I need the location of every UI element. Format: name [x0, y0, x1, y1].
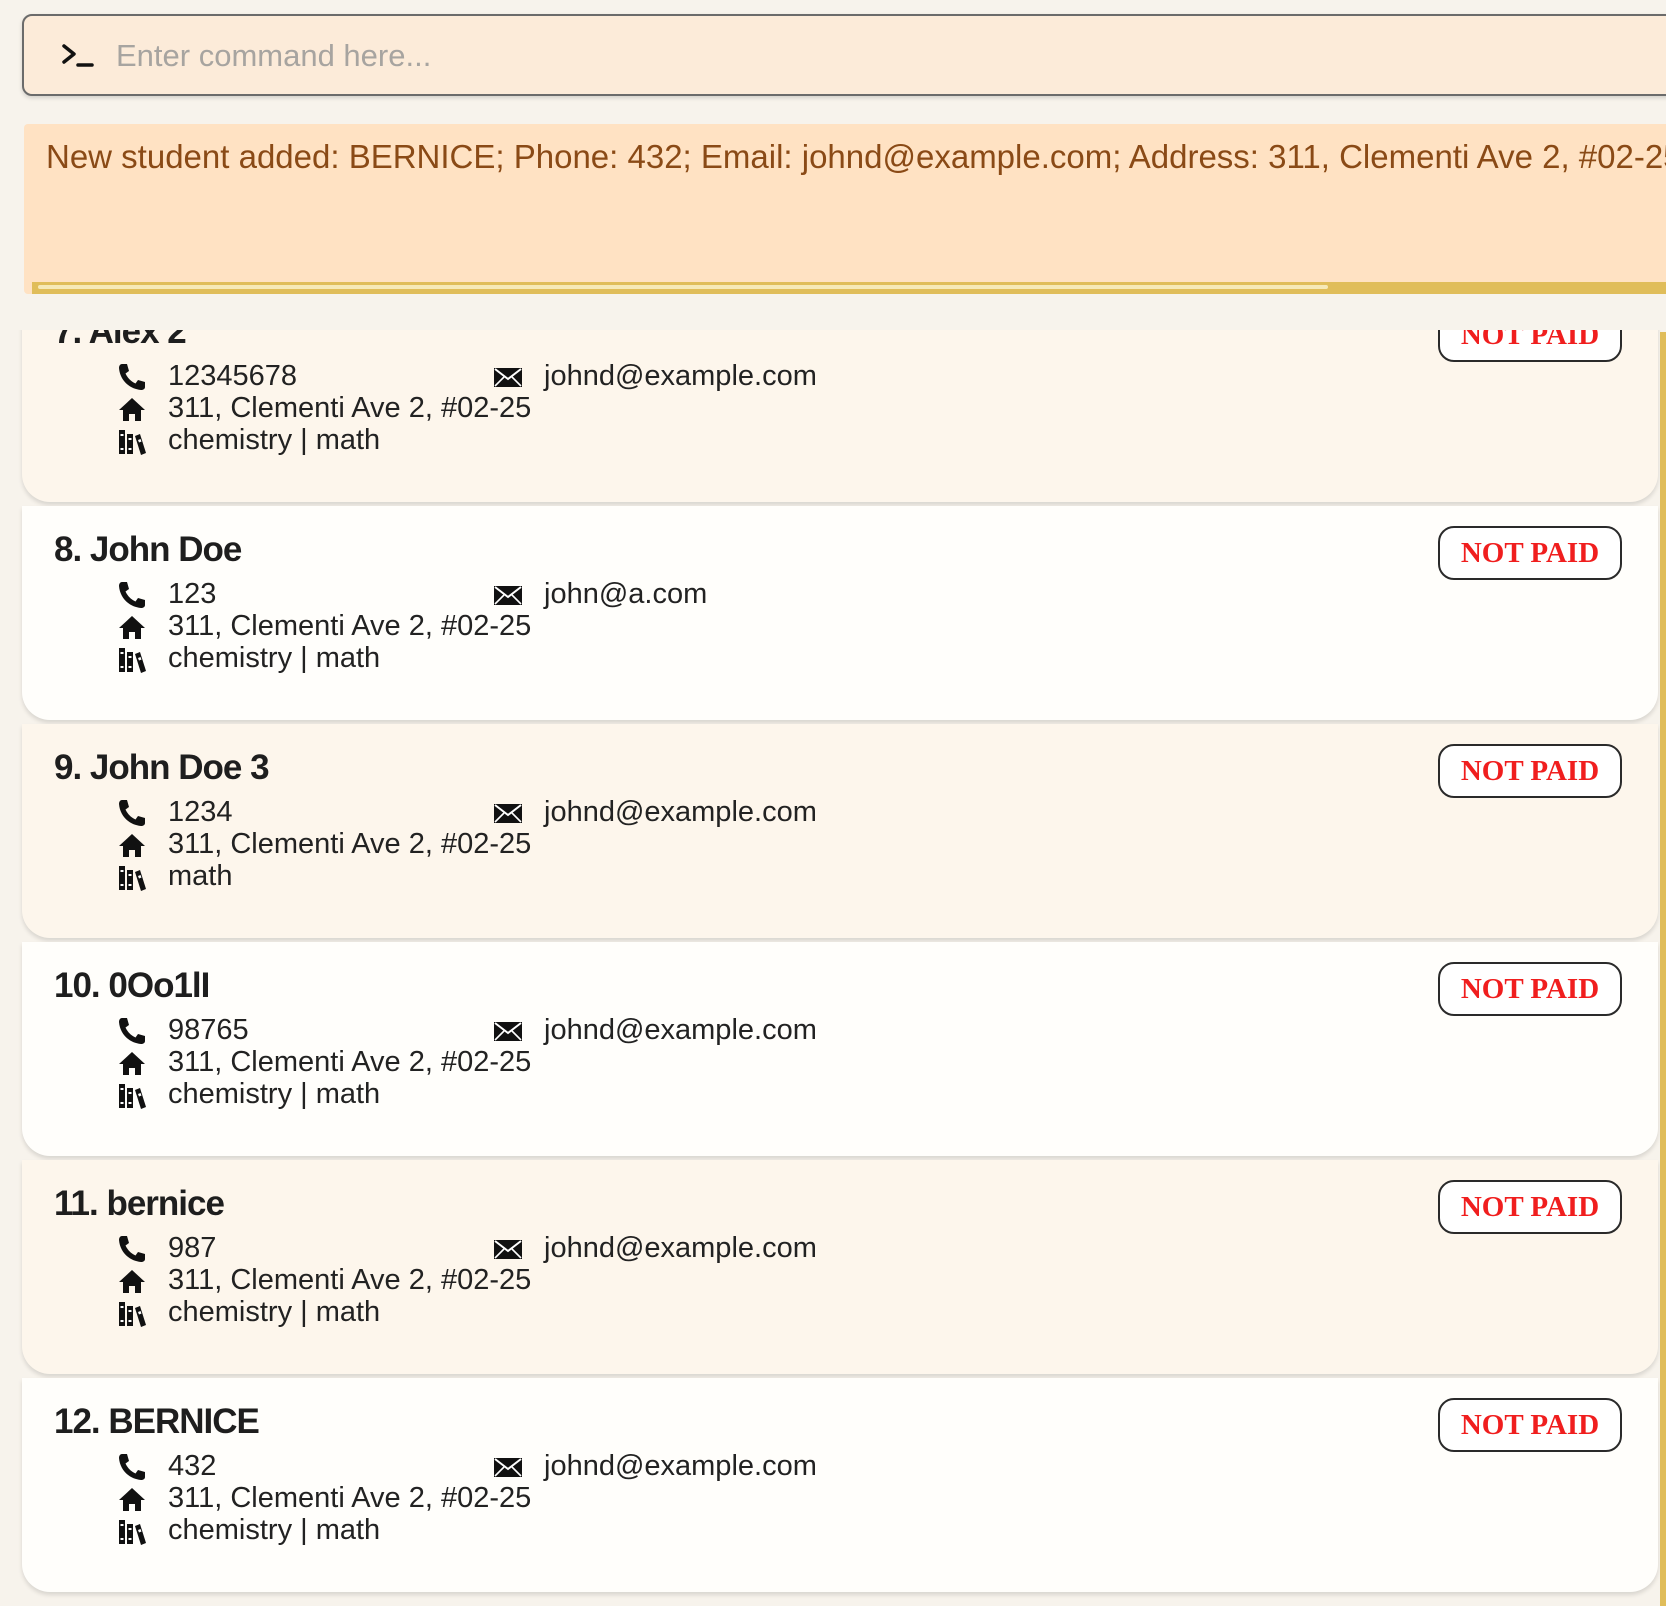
phone-icon	[119, 364, 145, 390]
address-text: 311, Clementi Ave 2, #02-25	[168, 1264, 532, 1296]
address-text: 311, Clementi Ave 2, #02-25	[168, 1482, 532, 1514]
phone-number: 432	[168, 1450, 217, 1482]
books-icon	[119, 866, 146, 891]
books-icon	[119, 1302, 146, 1327]
home-icon	[119, 834, 145, 857]
address-text: 311, Clementi Ave 2, #02-25	[168, 392, 532, 424]
result-message: New student added: BERNICE; Phone: 432; …	[46, 138, 1666, 175]
result-scroll-thumb[interactable]	[38, 285, 1328, 289]
home-icon	[119, 1488, 145, 1511]
email-address: johnd@example.com	[544, 1014, 817, 1046]
email-address: johnd@example.com	[544, 1450, 817, 1482]
payment-status-badge: NOT PAID	[1438, 962, 1622, 1016]
address-text: 311, Clementi Ave 2, #02-25	[168, 828, 532, 860]
home-icon	[119, 1270, 145, 1293]
student-name: 9. John Doe 3	[54, 748, 270, 787]
app-window: New student added: BERNICE; Phone: 432; …	[0, 0, 1666, 1606]
phone-icon	[119, 800, 145, 826]
student-card[interactable]: 11. bernice 987 johnd@example.com 311, C…	[22, 1160, 1658, 1374]
command-box[interactable]	[22, 14, 1666, 96]
student-list[interactable]: 7. Alex 2 12345678 johnd@example.com 311…	[0, 330, 1666, 1606]
student-card[interactable]: 10. 0Oo1lI 98765 johnd@example.com 311, …	[22, 942, 1658, 1156]
student-card[interactable]: 7. Alex 2 12345678 johnd@example.com 311…	[22, 330, 1658, 502]
subjects-text: chemistry | math	[168, 1296, 381, 1328]
envelope-icon	[494, 368, 522, 387]
email-address: john@a.com	[544, 578, 708, 610]
student-name: 12. BERNICE	[54, 1402, 260, 1441]
payment-status-badge: NOT PAID	[1438, 330, 1622, 362]
home-icon	[119, 398, 145, 421]
envelope-icon	[494, 804, 522, 823]
student-card[interactable]: 12. BERNICE 432 johnd@example.com 311, C…	[22, 1378, 1658, 1592]
phone-icon	[119, 1236, 145, 1262]
student-card[interactable]: 8. John Doe 123 john@a.com 311, Clementi…	[22, 506, 1658, 720]
student-list-scrollbar[interactable]	[1660, 332, 1666, 1606]
phone-number: 1234	[168, 796, 233, 828]
address-text: 311, Clementi Ave 2, #02-25	[168, 1046, 532, 1078]
phone-number: 12345678	[168, 360, 298, 392]
terminal-prompt-icon	[62, 44, 94, 67]
home-icon	[119, 616, 145, 639]
envelope-icon	[494, 1458, 522, 1477]
phone-number: 98765	[168, 1014, 249, 1046]
books-icon	[119, 1084, 146, 1109]
student-name: 11. bernice	[54, 1184, 225, 1223]
home-icon	[119, 1052, 145, 1075]
result-horizontal-scrollbar[interactable]	[32, 282, 1666, 294]
subjects-text: chemistry | math	[168, 1078, 381, 1110]
email-address: johnd@example.com	[544, 360, 817, 392]
command-input[interactable]	[114, 28, 1618, 84]
envelope-icon	[494, 1240, 522, 1259]
envelope-icon	[494, 586, 522, 605]
phone-icon	[119, 1018, 145, 1044]
books-icon	[119, 430, 146, 455]
student-name: 7. Alex 2	[54, 330, 187, 351]
subjects-text: chemistry | math	[168, 642, 381, 674]
subjects-text: chemistry | math	[168, 1514, 381, 1546]
phone-number: 123	[168, 578, 217, 610]
subjects-text: chemistry | math	[168, 424, 381, 456]
payment-status-badge: NOT PAID	[1438, 1398, 1622, 1452]
books-icon	[119, 648, 146, 673]
payment-status-badge: NOT PAID	[1438, 1180, 1622, 1234]
payment-status-badge: NOT PAID	[1438, 744, 1622, 798]
student-name: 8. John Doe	[54, 530, 242, 569]
payment-status-badge: NOT PAID	[1438, 526, 1622, 580]
subjects-text: math	[168, 860, 233, 892]
student-name: 10. 0Oo1lI	[54, 966, 210, 1005]
result-display[interactable]: New student added: BERNICE; Phone: 432; …	[24, 124, 1666, 294]
phone-icon	[119, 1454, 145, 1480]
envelope-icon	[494, 1022, 522, 1041]
student-card[interactable]: 9. John Doe 3 1234 johnd@example.com 311…	[22, 724, 1658, 938]
email-address: johnd@example.com	[544, 796, 817, 828]
phone-icon	[119, 582, 145, 608]
address-text: 311, Clementi Ave 2, #02-25	[168, 610, 532, 642]
phone-number: 987	[168, 1232, 217, 1264]
email-address: johnd@example.com	[544, 1232, 817, 1264]
books-icon	[119, 1520, 146, 1545]
